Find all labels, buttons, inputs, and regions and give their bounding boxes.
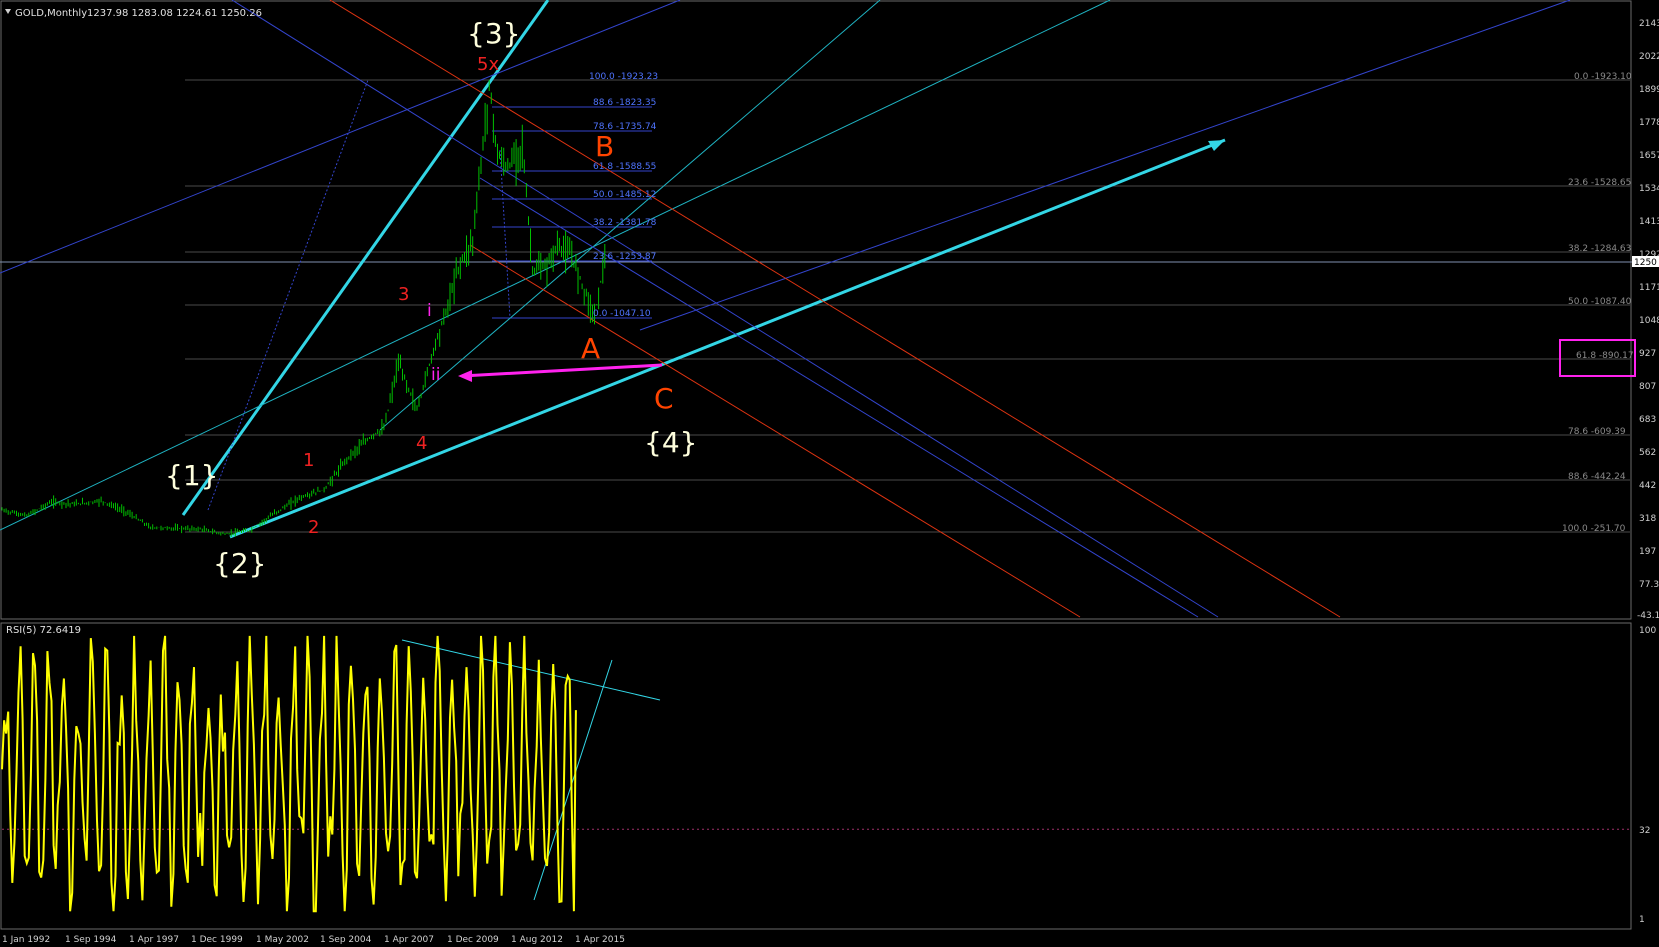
subwave-label-i: i (427, 301, 432, 321)
fib-outer-labels: 0.0 -1923.10 23.6 -1528.65 38.2 -1284.63… (1562, 72, 1634, 534)
time-axis: 1 Jan 1992 1 Sep 1994 1 Apr 1997 1 Dec 1… (2, 935, 625, 945)
channel-blue-upper (0, 0, 681, 274)
wave-label-C: C (654, 382, 674, 415)
time-label: 1 Aug 2012 (511, 935, 563, 945)
price-tick: 1048 (1639, 316, 1659, 326)
fib-inner-label: 0.0 -1047.10 (593, 309, 651, 319)
time-label: 1 Apr 2015 (575, 935, 625, 945)
price-tick: 1778 (1639, 118, 1659, 128)
wave-label-A: A (581, 332, 600, 365)
price-tick: 442 (1639, 481, 1656, 491)
price-tick: 1899 (1639, 85, 1659, 95)
fib-inner-label: 88.6 -1823.35 (593, 98, 656, 108)
fib-inner-label: 50.0 -1485.12 (593, 190, 656, 200)
price-tick: 318 (1639, 514, 1656, 524)
fib-inner-label: 23.6 -1253.87 (593, 252, 656, 262)
time-label: 1 Dec 2009 (447, 935, 499, 945)
rsi-line (1, 635, 577, 913)
time-label: 1 Sep 2004 (320, 935, 372, 945)
wave-label-B: B (595, 130, 614, 163)
subwave-label-1: 1 (303, 450, 314, 471)
subwave-label-2: 2 (308, 517, 319, 538)
fib-outer-label: 23.6 -1528.65 (1568, 178, 1631, 188)
fib-outer-label: 61.8 -890.17 (1576, 351, 1634, 361)
price-tick: 1171 (1639, 283, 1659, 293)
channel-blue-lower-2 (479, 177, 1199, 618)
rsi-series-line (1, 635, 577, 913)
channel-blue-lower-1 (231, 0, 1219, 618)
channel-red-lower (469, 244, 1081, 618)
trendline-impulse (181, 0, 550, 516)
magenta-arrow-head-icon (458, 370, 472, 382)
subwave-label-4: 4 (416, 433, 427, 454)
fib-outer-label: 88.6 -442.24 (1568, 472, 1626, 482)
channel-blue-dotted (207, 79, 369, 511)
gold-monthly-chart[interactable]: GOLD,Monthly 1237.98 1283.08 1224.61 125… (0, 0, 1659, 947)
time-label: 1 Sep 1994 (65, 935, 117, 945)
wave-label-4: {4} (644, 426, 697, 459)
fib-inner-labels: 100.0 -1923.23 88.6 -1823.35 78.6 -1735.… (589, 72, 658, 319)
price-tick: 197 (1639, 547, 1656, 557)
fib-outer-label: 78.6 -609.39 (1568, 427, 1626, 437)
wave-label-2: {2} (213, 547, 266, 580)
wave-label-3: {3} (467, 17, 520, 50)
time-label: 1 May 2002 (256, 935, 309, 945)
time-label: 1 Apr 1997 (129, 935, 179, 945)
main-chart-frame (0, 0, 1632, 620)
ohlc-values: 1237.98 1283.08 1224.61 1250.26 (87, 8, 262, 19)
subwave-label-5x: 5x (477, 54, 499, 75)
fib-outer-label: 50.0 -1087.40 (1568, 297, 1632, 307)
dropdown-triangle-icon[interactable] (5, 9, 11, 14)
fib-levels (0, 79, 1632, 533)
price-tick: 683 (1639, 415, 1656, 425)
price-tick: 2143 (1639, 19, 1659, 29)
price-tick: 1657 (1639, 151, 1659, 161)
symbol-period: GOLD,Monthly (15, 8, 87, 19)
rsi-axis-level: 32 (1639, 826, 1650, 836)
rsi-axis-top: 100 (1639, 626, 1656, 636)
magenta-arrow-line (461, 363, 663, 378)
price-tick: 2022 (1639, 52, 1659, 62)
trendline-support-arrow (229, 138, 1226, 539)
rsi-axis-bottom: 1 (1639, 915, 1645, 925)
fib-outer-label: 38.2 -1284.63 (1568, 244, 1631, 254)
fib-inner-label: 38.2 -1381.78 (593, 218, 657, 228)
subwave-label-ii: ii (431, 365, 440, 385)
time-label: 1 Jan 1992 (2, 935, 50, 945)
subwave-label-3: 3 (398, 284, 409, 305)
price-axis: 2143 2022 1899 1778 1657 1534 1413 1292 … (1637, 19, 1659, 621)
fib-inner-label: 100.0 -1923.23 (589, 72, 658, 82)
price-tick: 77.3 (1639, 580, 1659, 590)
price-tick: 807 (1639, 382, 1656, 392)
current-price-label: 1250 (1634, 258, 1657, 268)
price-tick: 1534 (1639, 184, 1659, 194)
price-tick: -43.1 (1637, 611, 1659, 621)
projection-dotted (499, 149, 511, 319)
fib-inner-label: 61.8 -1588.55 (593, 162, 656, 172)
channel-red-upper (329, 0, 1341, 618)
time-label: 1 Apr 2007 (384, 935, 434, 945)
price-tick: 927 (1639, 349, 1656, 359)
fib-outer-label: 100.0 -251.70 (1562, 524, 1626, 534)
rsi-title: RSI(5) 72.6419 (6, 625, 81, 636)
price-tick: 1413 (1639, 217, 1659, 227)
wave-label-1: {1} (165, 459, 218, 492)
channel-blue-long (639, 0, 1571, 331)
trendlines[interactable] (0, 0, 1571, 618)
price-tick: 562 (1639, 448, 1656, 458)
time-label: 1 Dec 1999 (191, 935, 243, 945)
fib-outer-label: 0.0 -1923.10 (1574, 72, 1632, 82)
